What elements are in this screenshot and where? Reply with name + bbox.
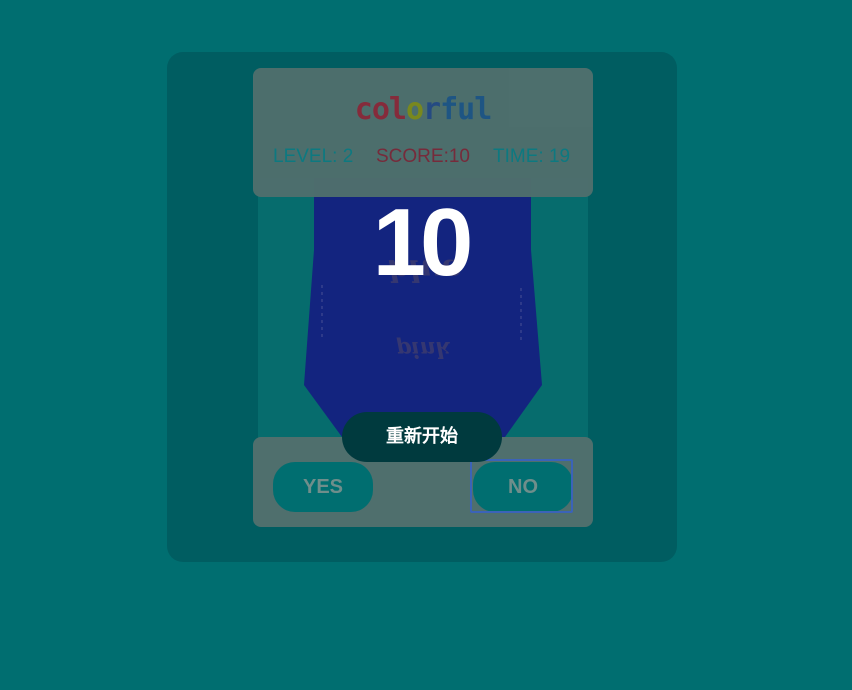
yes-button[interactable]: YES bbox=[273, 462, 373, 512]
logo-letter: l bbox=[474, 92, 492, 127]
no-button[interactable]: NO bbox=[473, 462, 573, 512]
level-label: LEVEL: 2 bbox=[273, 146, 354, 167]
score-label: SCORE:10 bbox=[376, 146, 470, 167]
logo-letter: l bbox=[388, 92, 407, 127]
time-label: TIME: 19 bbox=[493, 146, 571, 167]
card-word-bottom: pink bbox=[396, 336, 451, 362]
countdown-number: 10 bbox=[372, 189, 474, 296]
stats-bar: LEVEL: 2 SCORE:10 TIME: 19 bbox=[253, 146, 593, 170]
logo-letter: o bbox=[405, 92, 424, 127]
header-box: colorful LEVEL: 2 SCORE:10 TIME: 19 bbox=[253, 68, 593, 197]
logo-letter: r bbox=[423, 92, 441, 127]
logo-letter: u bbox=[457, 92, 475, 127]
logo-letter: c bbox=[354, 92, 373, 127]
game-screen: blue pink colorful LEVEL: 2 SCORE:10 TIM… bbox=[0, 0, 852, 690]
logo-letter: o bbox=[371, 92, 390, 127]
logo-letter: f bbox=[440, 92, 458, 127]
colorful-logo: colorful bbox=[253, 92, 593, 127]
restart-button[interactable]: 重新开始 bbox=[342, 412, 502, 462]
